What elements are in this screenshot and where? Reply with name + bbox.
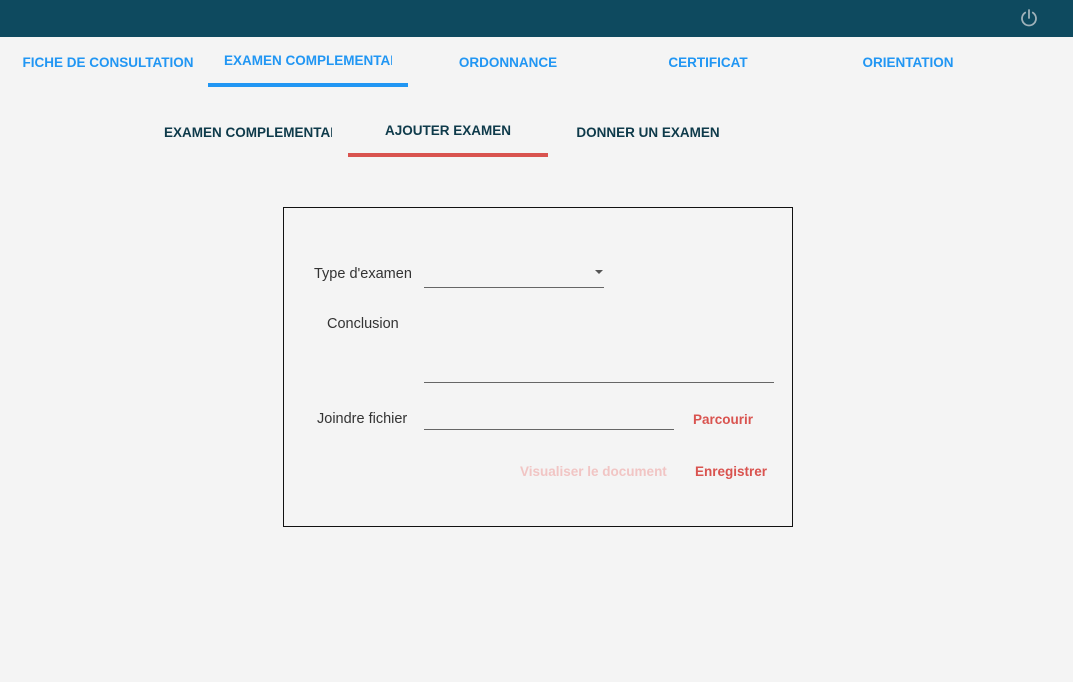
tab-label: FICHE DE CONSULTATION <box>22 54 194 70</box>
conclusion-label: Conclusion <box>327 316 399 332</box>
file-input[interactable] <box>424 408 674 430</box>
add-exam-form: Type d'examen Conclusion Joindre fichier… <box>283 207 793 527</box>
browse-button[interactable]: Parcourir <box>693 412 753 427</box>
tab-label: CERTIFICAT <box>668 54 748 70</box>
save-button[interactable]: Enregistrer <box>695 464 767 479</box>
tab-examen-complementaire[interactable]: EXAMEN COMPLEMENTAIRE <box>208 37 408 87</box>
chevron-down-icon <box>595 270 603 274</box>
file-label: Joindre fichier <box>317 411 408 427</box>
tab-orientation[interactable]: ORIENTATION <box>808 37 1008 87</box>
top-bar <box>0 0 1073 37</box>
type-select[interactable] <box>424 264 604 288</box>
tab-fiche-de-consultation[interactable]: FICHE DE CONSULTATION <box>8 37 208 87</box>
main-tab-bar: FICHE DE CONSULTATION EXAMEN COMPLEMENTA… <box>0 37 1073 87</box>
tab-label: EXAMEN COMPLEMENTAIRE <box>224 52 392 68</box>
view-document-button[interactable]: Visualiser le document <box>520 464 667 479</box>
power-icon[interactable] <box>1019 8 1039 28</box>
subtab-donner-un-examen[interactable]: DONNER UN EXAMEN <box>548 107 748 157</box>
tab-certificat[interactable]: CERTIFICAT <box>608 37 808 87</box>
subtab-label: DONNER UN EXAMEN <box>576 124 720 140</box>
type-label: Type d'examen <box>314 266 412 282</box>
sub-tab-bar: EXAMEN COMPLEMENTAIRE AJOUTER EXAMEN DON… <box>0 107 1073 157</box>
subtab-label: AJOUTER EXAMEN <box>384 122 511 138</box>
subtab-examen-complementaire[interactable]: EXAMEN COMPLEMENTAIRE <box>148 107 348 157</box>
conclusion-textarea[interactable] <box>424 316 774 383</box>
tab-label: ORDONNANCE <box>458 54 558 70</box>
tab-label: ORIENTATION <box>862 54 954 70</box>
tab-ordonnance[interactable]: ORDONNANCE <box>408 37 608 87</box>
subtab-label: EXAMEN COMPLEMENTAIRE <box>164 124 332 140</box>
subtab-ajouter-examen[interactable]: AJOUTER EXAMEN <box>348 107 548 157</box>
